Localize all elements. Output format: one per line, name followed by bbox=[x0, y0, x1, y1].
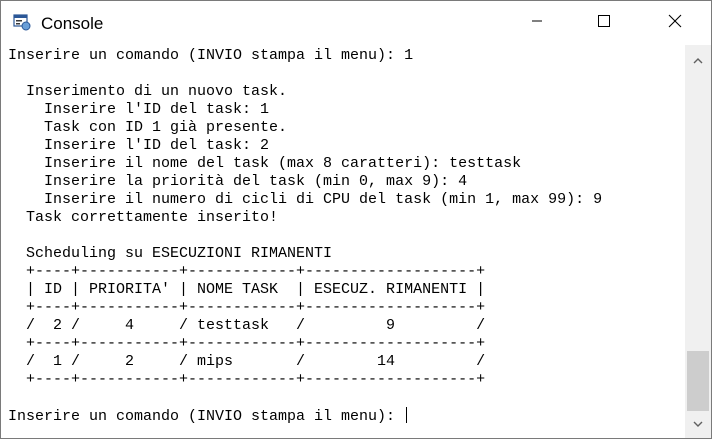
console-text: Inserire un comando (INVIO stampa il men… bbox=[1, 45, 685, 425]
scrollbar-thumb[interactable] bbox=[687, 351, 709, 411]
console-line: Inserire il numero di cicli di CPU del t… bbox=[8, 191, 603, 208]
scroll-up-button[interactable] bbox=[685, 45, 711, 75]
close-icon bbox=[668, 14, 682, 33]
prompt-text: Inserire un comando (INVIO stampa il men… bbox=[8, 408, 405, 425]
close-button[interactable] bbox=[652, 1, 698, 45]
console-line: Inserire la priorità del task (min 0, ma… bbox=[8, 173, 468, 190]
scroll-up-arrow-icon bbox=[693, 51, 703, 69]
console-line: Task con ID 1 già presente. bbox=[8, 119, 288, 136]
console-line: +----+-----------+------------+---------… bbox=[8, 263, 486, 280]
console-app-icon[interactable] bbox=[13, 13, 31, 31]
scroll-down-arrow-icon bbox=[693, 414, 703, 432]
maximize-button[interactable] bbox=[581, 1, 627, 45]
console-line: Scheduling su ESECUZIONI RIMANENTI bbox=[8, 245, 333, 262]
vertical-scrollbar[interactable] bbox=[685, 45, 711, 438]
console-line: Inserire il nome del task (max 8 caratte… bbox=[8, 155, 522, 172]
console-line: Inserire l'ID del task: 1 bbox=[8, 101, 270, 118]
console-line: Inserire un comando (INVIO stampa il men… bbox=[8, 47, 414, 64]
window-title: Console bbox=[41, 14, 104, 33]
console-line: Inserire l'ID del task: 2 bbox=[8, 137, 270, 154]
console-line: Task correttamente inserito! bbox=[8, 209, 279, 226]
minimize-icon bbox=[531, 14, 543, 32]
maximize-icon bbox=[597, 14, 611, 33]
console-line: +----+-----------+------------+---------… bbox=[8, 335, 486, 352]
console-line: | ID | PRIORITA' | NOME TASK | ESECUZ. R… bbox=[8, 281, 486, 298]
title-bar[interactable]: Console bbox=[1, 1, 711, 45]
console-window: Console Inserire un comando (INVIO stamp… bbox=[0, 0, 712, 439]
text-cursor bbox=[406, 407, 408, 423]
console-line: +----+-----------+------------+---------… bbox=[8, 371, 486, 388]
prompt-line[interactable]: Inserire un comando (INVIO stampa il men… bbox=[8, 407, 685, 425]
console-line: / 2 / 4 / testtask / 9 / bbox=[8, 317, 486, 334]
console-line: / 1 / 2 / mips / 14 / bbox=[8, 353, 486, 370]
console-output-area[interactable]: Inserire un comando (INVIO stampa il men… bbox=[1, 45, 685, 438]
console-line: Inserimento di un nuovo task. bbox=[8, 83, 288, 100]
scroll-down-button[interactable] bbox=[685, 408, 711, 438]
console-line: +----+-----------+------------+---------… bbox=[8, 299, 486, 316]
minimize-button[interactable] bbox=[514, 1, 560, 45]
